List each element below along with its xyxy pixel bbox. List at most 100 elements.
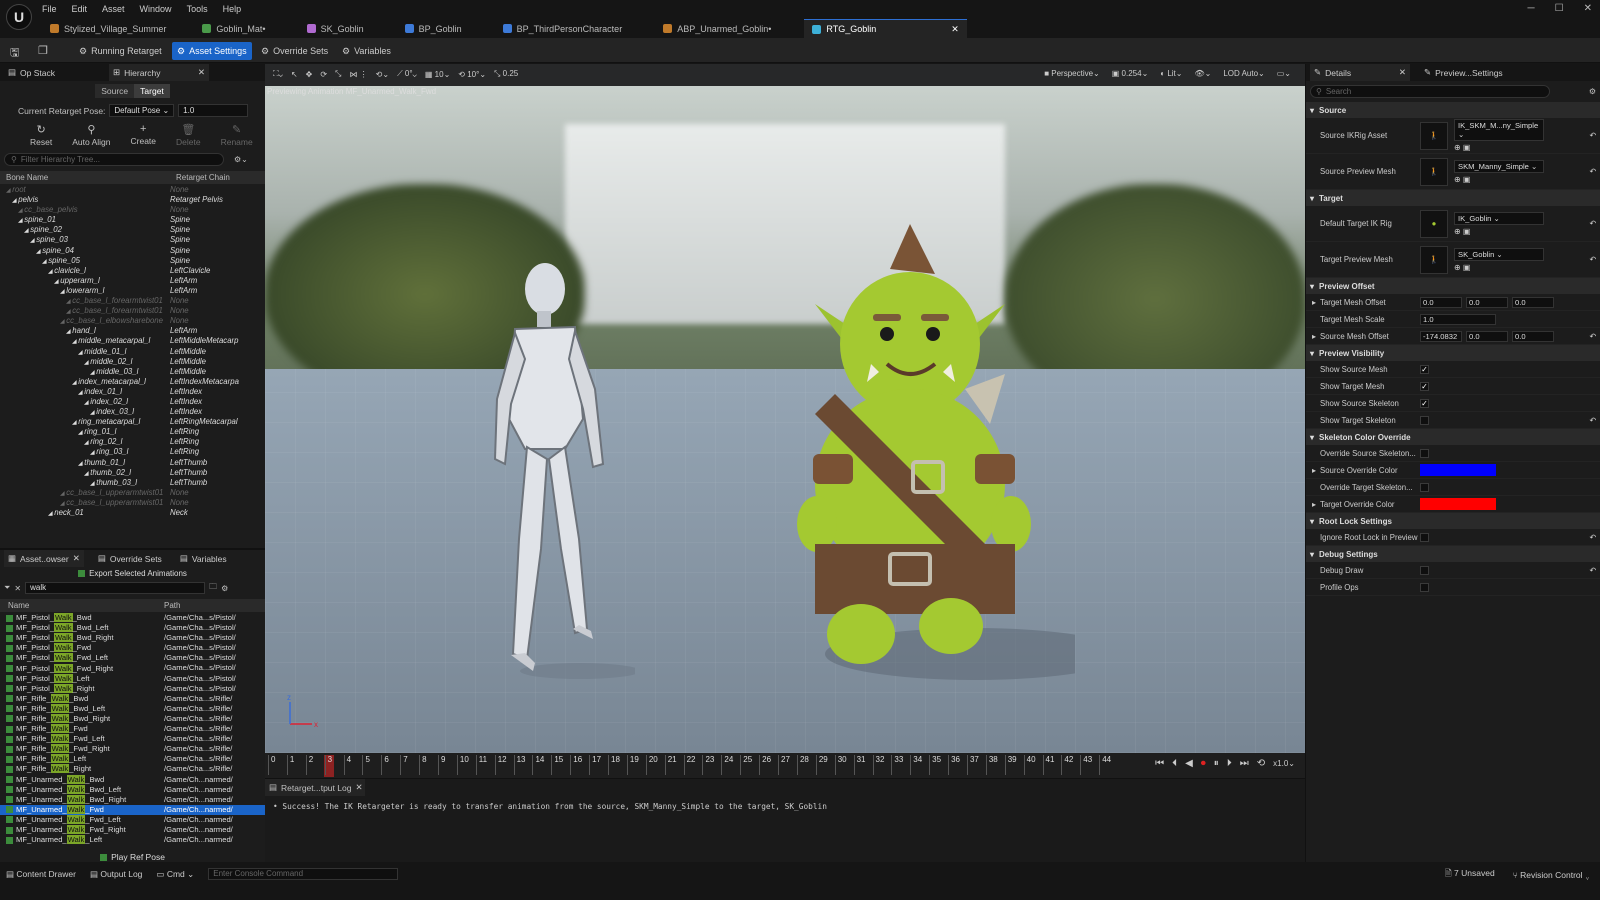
frame-tick[interactable]: 33 bbox=[891, 755, 910, 775]
content-drawer-button[interactable]: ▤ Content Drawer bbox=[6, 869, 76, 880]
profile-ops-checkbox[interactable] bbox=[1420, 582, 1429, 592]
expand-icon[interactable]: ▸ bbox=[1312, 332, 1320, 341]
asset-row[interactable]: MF_Unarmed_Walk_Left/Game/Ch...narmed/ bbox=[0, 835, 265, 845]
reset-arrow-icon[interactable]: ↶ bbox=[1589, 255, 1596, 264]
transform-menu-icon[interactable]: ⛶⌄ bbox=[273, 69, 283, 79]
reset-arrow-icon[interactable]: ↶ bbox=[1589, 219, 1596, 228]
override-target-skeleton-checkbox[interactable] bbox=[1420, 482, 1429, 492]
rotate-icon[interactable]: ⟳ bbox=[320, 70, 327, 79]
bone-row[interactable]: ◢ thumb_01_l LeftThumb bbox=[0, 458, 265, 468]
bone-row[interactable]: ◢ neck_02Neck bbox=[0, 518, 265, 519]
asset-row[interactable]: MF_Rifle_Walk_Bwd_Right/Game/Cha...s/Rif… bbox=[0, 714, 265, 724]
bone-row[interactable]: ◢ cc_base_l_forearmtwist01 None bbox=[0, 306, 265, 316]
asset-search-input[interactable]: walk bbox=[25, 582, 206, 594]
unreal-logo-icon[interactable]: U bbox=[6, 4, 32, 30]
menu-item-window[interactable]: Window bbox=[140, 4, 172, 14]
reset-arrow-icon[interactable]: ↶ bbox=[1589, 566, 1596, 575]
skip-end-icon[interactable]: ⏭ bbox=[1240, 758, 1249, 769]
frame-tick[interactable]: 9 bbox=[438, 755, 457, 775]
bone-row[interactable]: ◢ ring_01_l LeftRing bbox=[0, 427, 265, 437]
expand-icon[interactable]: ▸ bbox=[1312, 500, 1320, 509]
asset-settings-button[interactable]: ⚙ Asset Settings bbox=[172, 42, 252, 60]
asset-row[interactable]: MF_Rifle_Walk_Left/Game/Cha...s/Rifle/ bbox=[0, 754, 265, 764]
debug-settings-section[interactable]: ▾ Debug Settings bbox=[1306, 546, 1600, 562]
frame-tick[interactable]: 0 bbox=[268, 755, 287, 775]
source-mesh-dropdown[interactable]: SKM_Manny_Simple ⌄ bbox=[1454, 159, 1544, 173]
close-tab-icon[interactable]: ✕ bbox=[355, 782, 362, 793]
bone-row[interactable]: ◢ spine_03 Spine bbox=[0, 235, 265, 245]
bone-row[interactable]: ◢ cc_base_pelvis None bbox=[0, 205, 265, 215]
delete-button[interactable]: 🗑 Delete bbox=[176, 123, 201, 147]
frame-tick[interactable]: 15 bbox=[551, 755, 570, 775]
frame-tick[interactable]: 43 bbox=[1080, 755, 1099, 775]
frame-tick[interactable]: 13 bbox=[513, 755, 533, 775]
asset-row[interactable]: MF_Pistol_Walk_Right/Game/Cha...s/Pistol… bbox=[0, 684, 265, 694]
source-offset-y[interactable]: 0.0 bbox=[1466, 330, 1508, 342]
frame-tick[interactable]: 29 bbox=[815, 755, 835, 775]
target-section[interactable]: ▾ Target bbox=[1306, 190, 1600, 206]
bone-row[interactable]: ◢ cc_base_l_upperarmtwist01 None bbox=[0, 498, 265, 508]
running-retarget-button[interactable]: ⚙ Running Retarget bbox=[74, 42, 167, 60]
hierarchy-filter-input[interactable]: ⚲ Filter Hierarchy Tree... bbox=[4, 153, 224, 166]
frame-tick[interactable]: 41 bbox=[1042, 755, 1062, 775]
close-tab-icon[interactable]: ✕ bbox=[951, 24, 959, 35]
frame-tick[interactable]: 27 bbox=[778, 755, 797, 775]
lod-dropdown[interactable]: LOD Auto⌄ bbox=[1223, 69, 1264, 78]
document-tab[interactable]: RTG_Goblin ✕ bbox=[804, 19, 967, 38]
tab-retarget-log[interactable]: ▤ Retarget...tput Log ✕ bbox=[265, 779, 365, 796]
menu-item-tools[interactable]: Tools bbox=[187, 4, 208, 14]
tab-asset-browser[interactable]: ▦ Asset..owser ✕ bbox=[4, 550, 84, 567]
clear-search-icon[interactable]: ✕ bbox=[14, 584, 21, 593]
document-tab[interactable]: ABP_Unarmed_Goblin• bbox=[655, 19, 779, 38]
bone-row[interactable]: ◢ thumb_02_l LeftThumb bbox=[0, 468, 265, 478]
bone-row[interactable]: ◢ pelvis Retarget Pelvis bbox=[0, 195, 265, 205]
asset-row[interactable]: MF_Rifle_Walk_Right/Game/Cha...s/Rifle/ bbox=[0, 764, 265, 774]
asset-row[interactable]: MF_Pistol_Walk_Fwd_Left/Game/Cha...s/Pis… bbox=[0, 653, 265, 663]
preview-offset-section[interactable]: ▾ Preview Offset bbox=[1306, 278, 1600, 294]
animation-timeline[interactable]: 0 1 2 3 4 5 6 7 8 9 10 11 12 13 14 15 16 17 18 19 20 21 22 23 24… bbox=[265, 753, 1305, 778]
lit-dropdown[interactable]: ◐ Lit⌄ bbox=[1160, 69, 1182, 78]
frame-tick[interactable]: 35 bbox=[929, 755, 948, 775]
frame-tick[interactable]: 19 bbox=[626, 755, 646, 775]
asset-row[interactable]: MF_Pistol_Walk_Fwd_Right/Game/Cha...s/Pi… bbox=[0, 663, 265, 673]
asset-row[interactable]: MF_Unarmed_Walk_Fwd_Left/Game/Ch...narme… bbox=[0, 815, 265, 825]
fov-dropdown[interactable]: ▣ 0.254⌄ bbox=[1112, 69, 1149, 78]
source-offset-x[interactable]: -174.0832 bbox=[1420, 330, 1462, 342]
debug-draw-checkbox[interactable] bbox=[1420, 565, 1429, 575]
show-target-mesh-checkbox[interactable]: ✓ bbox=[1420, 381, 1429, 391]
console-command-input[interactable]: Enter Console Command bbox=[208, 868, 399, 880]
details-search-input[interactable]: ⚲ Search bbox=[1310, 85, 1550, 98]
target-color-swatch[interactable] bbox=[1420, 498, 1496, 510]
asset-row[interactable]: MF_Rifle_Walk_Fwd/Game/Cha...s/Rifle/ bbox=[0, 724, 265, 734]
maximize-icon[interactable]: ☐ bbox=[1555, 3, 1564, 14]
bone-row[interactable]: ◢ ring_03_l LeftRing bbox=[0, 447, 265, 457]
retarget-pose-dropdown[interactable]: Default Pose ⌄ bbox=[109, 104, 175, 117]
frame-tick[interactable]: 23 bbox=[702, 755, 721, 775]
playback-speed-dropdown[interactable]: x1.0⌄ bbox=[1273, 759, 1295, 768]
frame-tick[interactable]: 30 bbox=[834, 755, 854, 775]
show-target-skeleton-checkbox[interactable] bbox=[1420, 415, 1429, 425]
source-toggle[interactable]: Source bbox=[95, 84, 135, 98]
asset-row[interactable]: MF_Unarmed_Walk_Bwd_Right/Game/Ch...narm… bbox=[0, 795, 265, 805]
frame-tick[interactable]: 39 bbox=[1004, 755, 1024, 775]
frame-tick[interactable]: 17 bbox=[589, 755, 608, 775]
auto-align-button[interactable]: ⚲ Auto Align bbox=[72, 123, 110, 147]
frame-tick[interactable]: 11 bbox=[475, 755, 495, 775]
reset-arrow-icon[interactable]: ↶ bbox=[1589, 332, 1596, 341]
asset-row[interactable]: MF_Pistol_Walk_Fwd/Game/Cha...s/Pistol/ bbox=[0, 643, 265, 653]
variables-button[interactable]: ⚙ Variables bbox=[337, 42, 396, 60]
document-tab[interactable]: Stylized_Village_Summer bbox=[42, 19, 174, 38]
tab-hierarchy[interactable]: ⊞ Hierarchy ✕ bbox=[109, 64, 209, 81]
bone-row[interactable]: ◢ index_03_l LeftIndex bbox=[0, 407, 265, 417]
source-color-swatch[interactable] bbox=[1420, 464, 1496, 476]
loop-icon[interactable]: ⟲ bbox=[1257, 758, 1265, 769]
frame-tick[interactable]: 36 bbox=[948, 755, 967, 775]
ignore-root-lock-checkbox[interactable] bbox=[1420, 532, 1429, 542]
show-source-mesh-checkbox[interactable]: ✓ bbox=[1420, 364, 1429, 374]
settings-gear-icon[interactable]: ⚙ bbox=[221, 584, 228, 593]
asset-row[interactable]: MF_Unarmed_Walk_Fwd/Game/Ch...narmed/ bbox=[0, 804, 265, 815]
asset-path-header[interactable]: Path bbox=[164, 601, 180, 610]
tab-preview-settings[interactable]: ✎ Preview...Settings bbox=[1420, 64, 1507, 81]
target-ikrig-dropdown[interactable]: IK_Goblin ⌄ bbox=[1454, 211, 1544, 225]
filter-icon[interactable]: ⏷ bbox=[4, 583, 10, 593]
